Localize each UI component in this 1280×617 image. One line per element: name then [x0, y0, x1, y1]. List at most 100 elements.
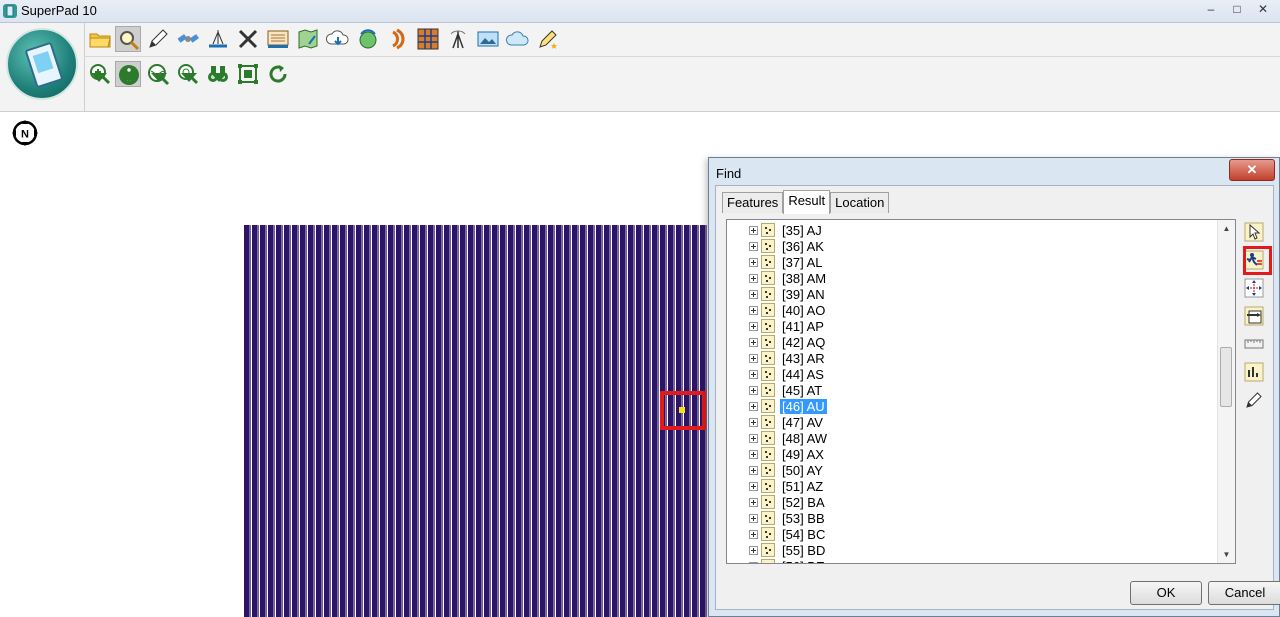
globe-dropdown-arrow[interactable] — [151, 73, 167, 82]
tree-item[interactable]: [51] AZ — [749, 478, 825, 494]
point-layer-icon — [761, 559, 775, 563]
select-pointer-icon[interactable] — [1243, 221, 1265, 243]
selected-point-highlight[interactable] — [660, 391, 706, 430]
expand-plus-icon[interactable] — [749, 513, 758, 523]
expand-plus-icon[interactable] — [749, 385, 758, 395]
expand-plus-icon[interactable] — [749, 481, 758, 491]
signal-icon[interactable] — [385, 26, 411, 52]
grid-table-icon[interactable] — [415, 26, 441, 52]
scroll-up-arrow-icon[interactable]: ▲ — [1218, 220, 1235, 237]
expand-plus-icon[interactable] — [749, 561, 758, 563]
binoculars-dropdown-arrow[interactable] — [211, 73, 227, 82]
satellite-icon[interactable] — [175, 26, 201, 52]
ok-button[interactable]: OK — [1130, 581, 1202, 605]
window-close-button[interactable]: ✕ — [1250, 0, 1276, 18]
select-frame-icon[interactable] — [235, 61, 261, 87]
expand-plus-icon[interactable] — [749, 529, 758, 539]
tree-item[interactable]: [37] AL — [749, 254, 824, 270]
expand-plus-icon[interactable] — [749, 289, 758, 299]
measure-ruler-icon[interactable] — [1243, 333, 1265, 355]
tree-item[interactable]: [56] BE — [749, 558, 827, 564]
tree-item[interactable]: [52] BA — [749, 494, 827, 510]
delete-cross-icon[interactable] — [235, 26, 261, 52]
pan-center-icon[interactable] — [1243, 277, 1265, 299]
tree-item[interactable]: [39] AN — [749, 286, 827, 302]
tree-item[interactable]: [43] AR — [749, 350, 827, 366]
tree-item[interactable]: [49] AX — [749, 446, 826, 462]
tab-result[interactable]: Result — [783, 190, 831, 214]
scroll-thumb[interactable] — [1220, 347, 1232, 407]
tree-item[interactable]: [53] BB — [749, 510, 827, 526]
survey-tool-icon[interactable] — [205, 26, 231, 52]
tree-item[interactable]: [42] AQ — [749, 334, 827, 350]
expand-plus-icon[interactable] — [749, 433, 758, 443]
tree-item-label: [56] BE — [780, 559, 827, 564]
tower-icon[interactable] — [445, 26, 471, 52]
svg-text:N: N — [21, 129, 29, 141]
export-chart-icon[interactable] — [1243, 361, 1265, 383]
tree-item[interactable]: [47] AV — [749, 414, 825, 430]
tab-location[interactable]: Location — [830, 192, 890, 213]
tree-item[interactable]: [41] AP — [749, 318, 826, 334]
pan-to-icon[interactable] — [1243, 305, 1265, 327]
open-folder-icon[interactable] — [87, 26, 113, 52]
tree-item[interactable]: [38] AM — [749, 270, 828, 286]
expand-plus-icon[interactable] — [749, 305, 758, 315]
point-layer-icon — [761, 511, 775, 525]
pencil-star-icon[interactable] — [535, 26, 561, 52]
image-map-icon[interactable] — [475, 26, 501, 52]
tree-item[interactable]: [54] BC — [749, 526, 827, 542]
gis-sync-icon[interactable] — [355, 26, 381, 52]
map-edit-icon[interactable] — [295, 26, 321, 52]
expand-plus-icon[interactable] — [749, 321, 758, 331]
expand-plus-icon[interactable] — [749, 401, 758, 411]
tab-features[interactable]: Features — [722, 192, 784, 213]
expand-plus-icon[interactable] — [749, 241, 758, 251]
zoom-in-dropdown-arrow[interactable] — [91, 73, 107, 82]
expand-plus-icon[interactable] — [749, 353, 758, 363]
layer-list-icon[interactable] — [265, 26, 291, 52]
dialog-close-button[interactable]: ✕ — [1229, 159, 1275, 181]
tree-item[interactable]: [36] AK — [749, 238, 826, 254]
expand-plus-icon[interactable] — [749, 225, 758, 235]
info-dropdown-arrow[interactable] — [121, 73, 137, 82]
cloud-icon[interactable] — [505, 26, 531, 52]
result-tree[interactable]: [35] AJ [36] AK [37] AL [38] AM [39] AN [40] … — [726, 219, 1236, 564]
edit-pen-icon[interactable] — [145, 26, 171, 52]
result-scrollbar[interactable]: ▲ ▼ — [1217, 220, 1235, 563]
selected-point-marker[interactable] — [679, 407, 685, 413]
search-icon[interactable] — [115, 26, 141, 52]
scroll-down-arrow-icon[interactable]: ▼ — [1218, 546, 1235, 563]
app-logo[interactable] — [6, 28, 78, 100]
expand-plus-icon[interactable] — [749, 449, 758, 459]
tree-item[interactable]: [45] AT — [749, 382, 824, 398]
tree-item[interactable]: [40] AO — [749, 302, 827, 318]
tree-item[interactable]: [35] AJ — [749, 222, 824, 238]
expand-plus-icon[interactable] — [749, 369, 758, 379]
tree-item[interactable]: [44] AS — [749, 366, 826, 382]
expand-plus-icon[interactable] — [749, 465, 758, 475]
tree-item[interactable]: [48] AW — [749, 430, 829, 446]
tree-item-label: [51] AZ — [782, 478, 824, 494]
tree-item[interactable]: [50] AY — [749, 462, 825, 478]
tree-item-label: [46] AU — [780, 398, 827, 414]
expand-plus-icon[interactable] — [749, 257, 758, 267]
expand-plus-icon[interactable] — [749, 273, 758, 283]
tree-item[interactable]: [55] BD — [749, 542, 827, 558]
expand-plus-icon[interactable] — [749, 337, 758, 347]
zoom-search-dropdown-arrow[interactable] — [181, 73, 197, 82]
expand-plus-icon[interactable] — [749, 497, 758, 507]
refresh-icon[interactable] — [265, 61, 291, 87]
tree-item-label: [36] AK — [782, 238, 824, 254]
edit-pencil-icon[interactable] — [1243, 389, 1265, 411]
expand-plus-icon[interactable] — [749, 417, 758, 427]
tree-item[interactable]: [46] AU — [749, 398, 827, 414]
cancel-button[interactable]: Cancel — [1208, 581, 1280, 605]
maximize-button[interactable]: □ — [1224, 0, 1250, 18]
cloud-download-icon[interactable] — [325, 26, 351, 52]
point-layer-icon — [761, 271, 775, 285]
map-point-grid[interactable] — [244, 225, 710, 617]
point-layer-icon — [761, 463, 775, 477]
minimize-button[interactable]: – — [1198, 0, 1224, 18]
expand-plus-icon[interactable] — [749, 545, 758, 555]
